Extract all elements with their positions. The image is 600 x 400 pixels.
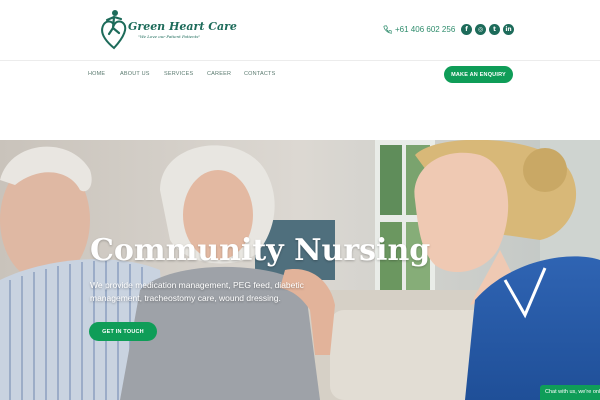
social-links: f ◎ t in [461,24,514,35]
chat-widget[interactable]: Chat with us, we're online [540,385,600,400]
make-enquiry-button[interactable]: MAKE AN ENQUIRY [444,66,513,83]
brand-logo[interactable]: Green Heart Care "We Love our Patient Pa… [98,8,248,52]
twitter-icon[interactable]: t [489,24,500,35]
hero-title: Community Nursing [90,233,431,268]
hero-photo [0,140,600,400]
logo-heart-icon [101,10,127,50]
brand-name: Green Heart Care [128,20,237,33]
get-in-touch-button[interactable]: GET IN TOUCH [89,322,157,341]
hero-banner [0,140,600,400]
nav-career[interactable]: CAREER [207,71,231,77]
hero-subtitle: We provide medication management, PEG fe… [90,280,304,303]
nav-services[interactable]: SERVICES [164,71,193,77]
nav-contacts[interactable]: CONTACTS [244,71,275,77]
page: Green Heart Care "We Love our Patient Pa… [0,0,600,400]
nav-about-us[interactable]: ABOUT US [120,71,150,77]
instagram-icon[interactable]: ◎ [475,24,486,35]
site-header: Green Heart Care "We Love our Patient Pa… [0,0,600,60]
phone-number[interactable]: +61 406 602 256 [395,25,455,34]
brand-tagline: "We Love our Patient Patients" [138,34,201,39]
linkedin-icon[interactable]: in [503,24,514,35]
header-contact[interactable]: +61 406 602 256 [383,25,455,34]
nav-home[interactable]: HOME [88,71,105,77]
header-divider [0,60,600,61]
facebook-icon[interactable]: f [461,24,472,35]
phone-icon [383,25,392,34]
